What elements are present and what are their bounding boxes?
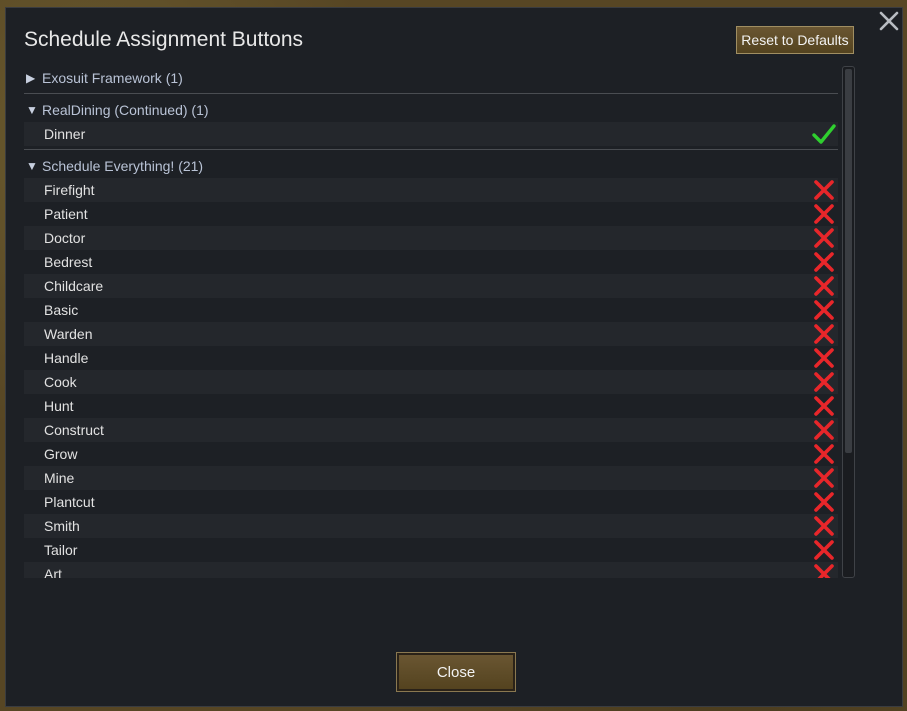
cross-icon[interactable]	[812, 466, 836, 490]
group-label: RealDining (Continued) (1)	[42, 102, 209, 118]
group-header[interactable]: ▼ RealDining (Continued) (1)	[24, 98, 838, 122]
cross-icon[interactable]	[812, 346, 836, 370]
cross-icon[interactable]	[812, 394, 836, 418]
schedule-row: Tailor	[24, 538, 838, 562]
schedule-row: Warden	[24, 322, 838, 346]
schedule-row: Hunt	[24, 394, 838, 418]
group-header[interactable]: ▶ Exosuit Framework (1)	[24, 66, 838, 90]
schedule-row: Mine	[24, 466, 838, 490]
schedule-label: Cook	[44, 374, 77, 390]
schedule-row: Bedrest	[24, 250, 838, 274]
schedule-row: Patient	[24, 202, 838, 226]
schedule-row: Construct	[24, 418, 838, 442]
schedule-label: Hunt	[44, 398, 74, 414]
cross-icon[interactable]	[812, 202, 836, 226]
schedule-row: Art	[24, 562, 838, 578]
cross-icon[interactable]	[812, 178, 836, 202]
schedule-label: Warden	[44, 326, 93, 342]
schedule-label: Construct	[44, 422, 104, 438]
schedule-row: Cook	[24, 370, 838, 394]
group-label: Exosuit Framework (1)	[42, 70, 183, 86]
group-label: Schedule Everything! (21)	[42, 158, 204, 174]
schedule-label: Firefight	[44, 182, 95, 198]
group-divider	[24, 149, 838, 150]
schedule-label: Doctor	[44, 230, 86, 246]
schedule-label: Childcare	[44, 278, 104, 294]
cross-icon[interactable]	[812, 562, 836, 578]
schedule-label: Dinner	[44, 126, 86, 142]
cross-icon[interactable]	[812, 298, 836, 322]
schedule-row: Basic	[24, 298, 838, 322]
schedule-assignment-dialog: Schedule Assignment Buttons Reset to Def…	[5, 7, 903, 707]
mod-schedule-list: ▶ Exosuit Framework (1) ▼ RealDining (Conti…	[24, 66, 838, 578]
schedule-row: Firefight	[24, 178, 838, 202]
schedule-row: Smith	[24, 514, 838, 538]
dialog-title: Schedule Assignment Buttons	[24, 28, 304, 51]
cross-icon[interactable]	[812, 538, 836, 562]
schedule-label: Basic	[44, 302, 79, 318]
schedule-label: Plantcut	[44, 494, 95, 510]
schedule-row: Dinner	[24, 122, 838, 146]
schedule-label: Handle	[44, 350, 89, 366]
schedule-row: Plantcut	[24, 490, 838, 514]
schedule-label: Art	[44, 566, 62, 578]
schedule-label: Mine	[44, 470, 75, 486]
scrollbar[interactable]	[842, 66, 855, 578]
cross-icon[interactable]	[812, 490, 836, 514]
cross-icon[interactable]	[812, 370, 836, 394]
schedule-row: Grow	[24, 442, 838, 466]
cross-icon[interactable]	[812, 274, 836, 298]
cross-icon[interactable]	[812, 442, 836, 466]
group-divider	[24, 93, 838, 94]
triangle-right-icon: ▶	[26, 71, 36, 85]
schedule-label: Bedrest	[44, 254, 93, 270]
schedule-row: Doctor	[24, 226, 838, 250]
schedule-row: Handle	[24, 346, 838, 370]
schedule-label: Tailor	[44, 542, 78, 558]
triangle-down-icon: ▼	[26, 159, 38, 173]
schedule-row: Childcare	[24, 274, 838, 298]
close-icon[interactable]	[878, 10, 900, 32]
group-header[interactable]: ▼ Schedule Everything! (21)	[24, 154, 838, 178]
cross-icon[interactable]	[812, 226, 836, 250]
cross-icon[interactable]	[812, 322, 836, 346]
schedule-label: Grow	[44, 446, 78, 462]
cross-icon[interactable]	[812, 418, 836, 442]
cross-icon[interactable]	[812, 514, 836, 538]
checkmark-icon[interactable]	[812, 122, 836, 146]
reset-to-defaults-button[interactable]: Reset to Defaults	[736, 26, 854, 54]
schedule-label: Smith	[44, 518, 80, 534]
scrollbar-thumb[interactable]	[845, 69, 852, 453]
triangle-down-icon: ▼	[26, 103, 38, 117]
schedule-label: Patient	[44, 206, 88, 222]
cross-icon[interactable]	[812, 250, 836, 274]
close-button[interactable]: Close	[396, 652, 516, 692]
